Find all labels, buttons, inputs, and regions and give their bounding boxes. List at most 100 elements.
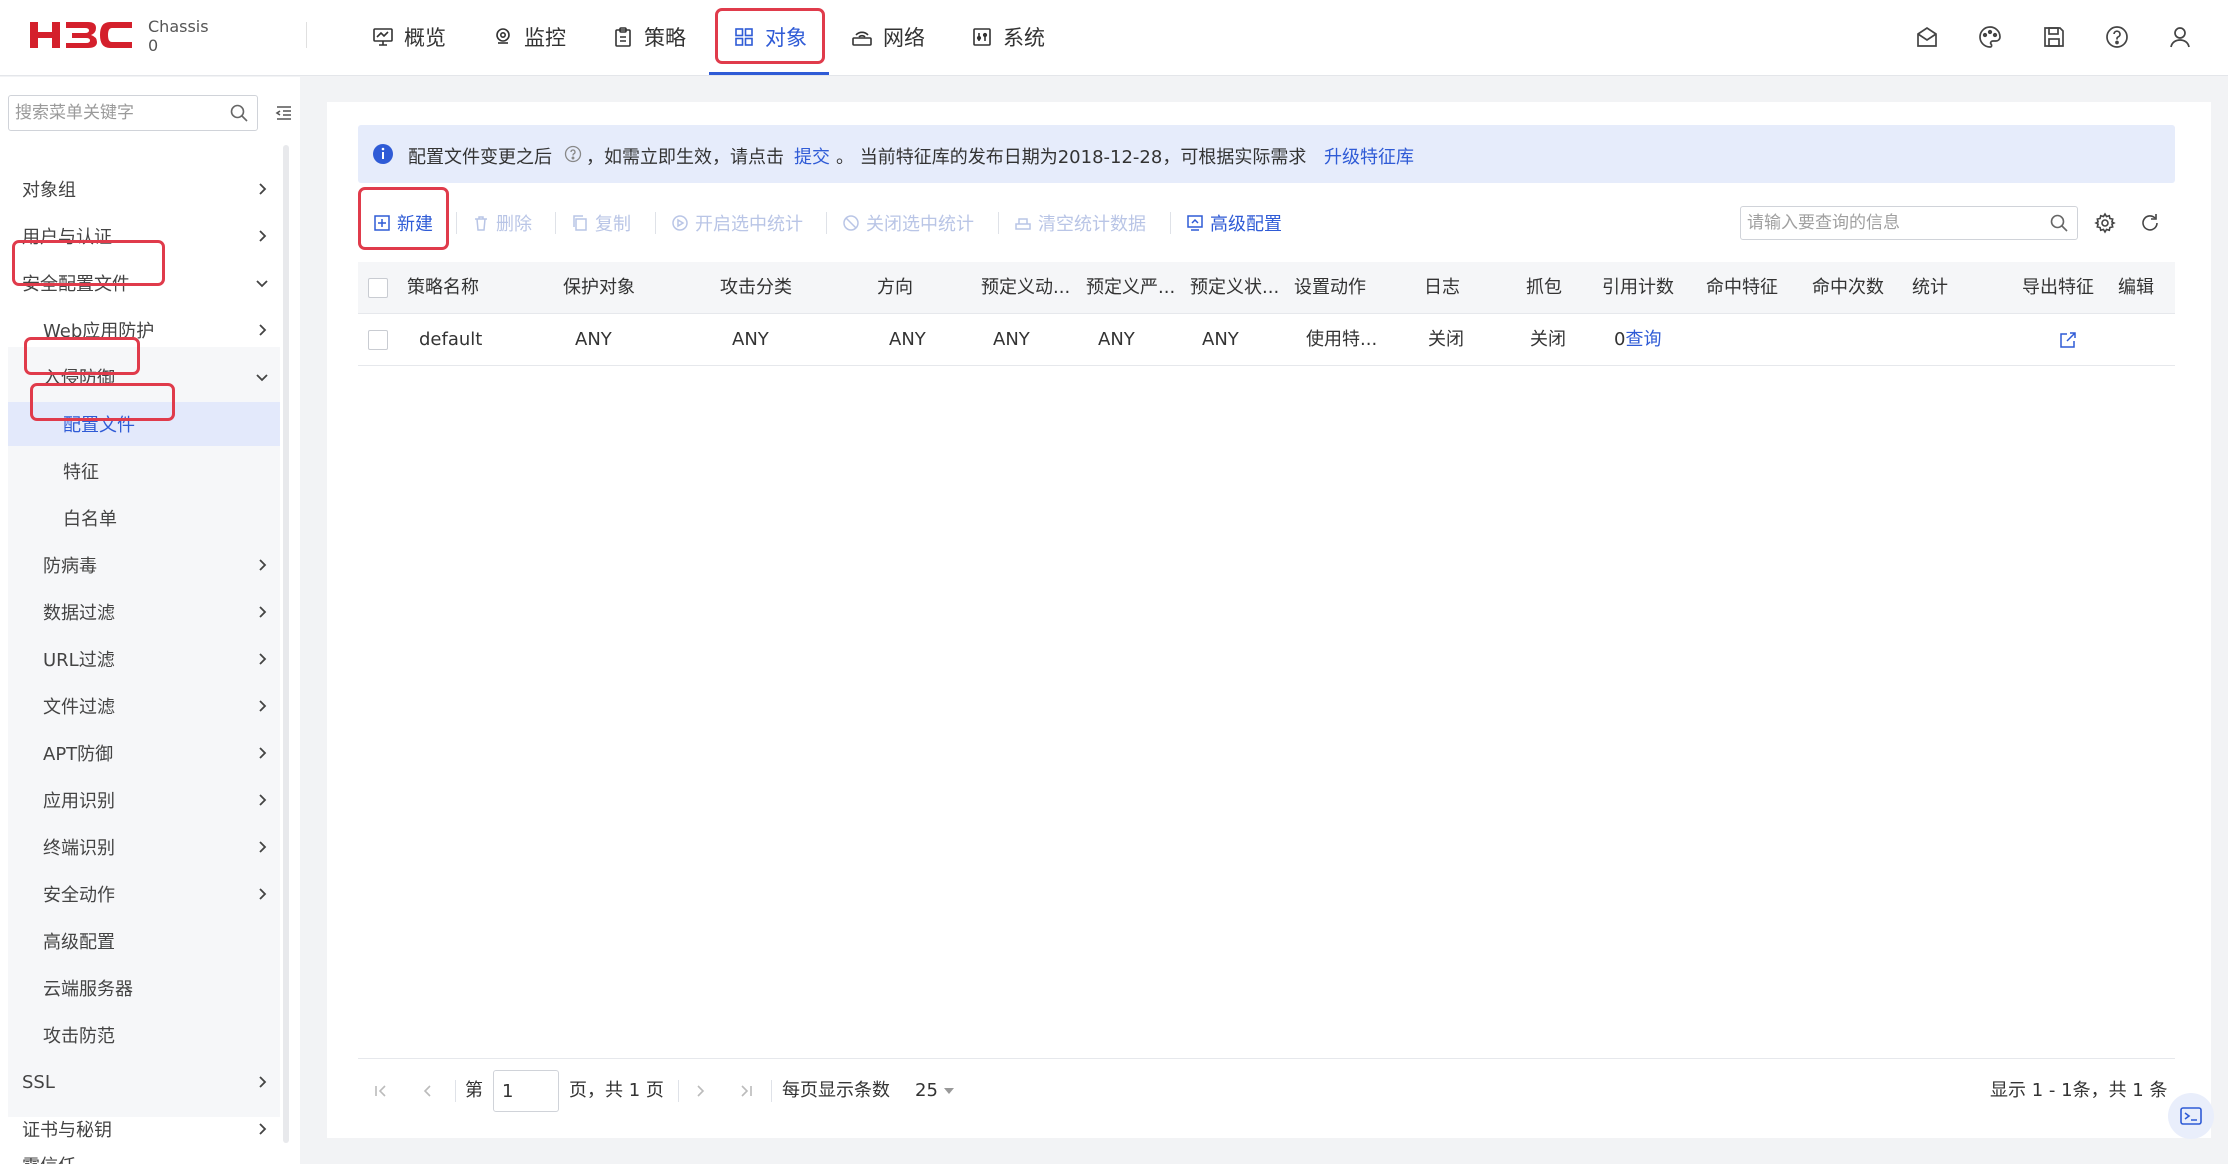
caret-down-icon[interactable] [943, 1087, 955, 1095]
export-icon[interactable] [2058, 330, 2078, 350]
column-header[interactable]: 预定义严... [1086, 262, 1175, 314]
sidebar-scrollbar[interactable] [283, 145, 289, 1143]
sidebar-item-terminal-identify[interactable]: 终端识别 [8, 825, 280, 869]
last-page-icon[interactable] [738, 1083, 754, 1099]
sidebar-item-user-auth[interactable]: 用户与认证 [8, 214, 280, 258]
mail-icon[interactable] [1914, 24, 1940, 50]
nav-monitor[interactable]: 监控 [492, 0, 566, 74]
column-header[interactable]: 抓包 [1526, 262, 1562, 314]
gear-icon[interactable] [2094, 212, 2116, 234]
column-header[interactable]: 预定义状... [1190, 262, 1279, 314]
notice-bar: 配置文件变更之后 ，如需立即生效，请点击 提交 。 当前特征库的发布日期为201… [358, 125, 2175, 183]
column-header[interactable]: 日志 [1424, 262, 1460, 314]
column-header[interactable]: 策略名称 [407, 262, 479, 314]
column-header[interactable]: 引用计数 [1602, 262, 1674, 314]
sidebar-item-antivirus[interactable]: 防病毒 [8, 543, 280, 587]
sidebar-item-security-action[interactable]: 安全动作 [8, 872, 280, 916]
per-page-select[interactable]: 25 [915, 1076, 938, 1106]
nav-policy[interactable]: 策略 [612, 0, 686, 74]
pagination-summary: 显示 1 - 1条，共 1 条 [1990, 1080, 2168, 1101]
upgrade-signature-link[interactable]: 升级特征库 [1324, 143, 1414, 169]
column-header[interactable]: 导出特征 [2022, 262, 2094, 314]
nav-policy-label: 策略 [644, 26, 686, 50]
column-header[interactable]: 保护对象 [563, 262, 635, 314]
sidebar-item-app-identify[interactable]: 应用识别 [8, 778, 280, 822]
table-row[interactable]: default ANY ANY ANY ANY ANY ANY 使用特... 关… [358, 314, 2175, 366]
sidebar-item-file-filter[interactable]: 文件过滤 [8, 684, 280, 728]
column-header[interactable]: 方向 [877, 262, 913, 314]
palette-icon[interactable] [1977, 24, 2003, 50]
sidebar-item-label: 证书与秘钥 [22, 1120, 112, 1141]
first-page-icon[interactable] [373, 1083, 389, 1099]
per-page-value: 25 [915, 1080, 938, 1101]
delete-button-label: 删除 [496, 214, 532, 235]
question-circle-icon[interactable] [564, 145, 582, 163]
sidebar-item-security-profile[interactable]: 安全配置文件 [8, 261, 280, 305]
sidebar-item-whitelist[interactable]: 白名单 [8, 496, 280, 540]
sidebar-item-signature[interactable]: 特征 [8, 449, 280, 493]
column-header[interactable]: 预定义动... [981, 262, 1070, 314]
menu-search-input[interactable] [9, 96, 209, 130]
search-icon[interactable] [229, 103, 249, 123]
chevron-right-icon [259, 1123, 267, 1135]
nav-object[interactable]: 对象 [733, 0, 807, 74]
sidebar-item-cloud-server[interactable]: 云端服务器 [8, 966, 280, 1010]
delete-button[interactable]: 删除 [472, 208, 532, 238]
pagination-divider [455, 1080, 456, 1102]
terminal-button[interactable] [2168, 1093, 2214, 1139]
chevron-right-icon [259, 606, 267, 618]
ref-count-value: 0 [1614, 329, 1626, 350]
user-icon[interactable] [2167, 24, 2193, 50]
collapse-menu-icon[interactable] [274, 103, 294, 123]
sidebar-item-zero-trust[interactable]: 零信任 [8, 1143, 280, 1164]
network-icon [852, 31, 872, 46]
nav-overview[interactable]: 概览 [372, 0, 446, 74]
search-icon[interactable] [2049, 213, 2069, 233]
sidebar-item-label: 高级配置 [43, 932, 115, 953]
new-button[interactable]: 新建 [373, 208, 433, 238]
nav-network[interactable]: 网络 [851, 0, 925, 74]
save-icon[interactable] [2041, 24, 2067, 50]
sidebar-item-ips[interactable]: 入侵防御 [8, 355, 280, 399]
nav-system-label: 系统 [1003, 26, 1045, 50]
page-suffix: 页，共 1 页 [569, 1080, 664, 1101]
menu-search [8, 95, 258, 131]
copy-button[interactable]: 复制 [571, 208, 631, 238]
sidebar-item-attack-defense[interactable]: 攻击防范 [8, 1013, 280, 1057]
select-all-checkbox[interactable] [368, 278, 388, 298]
enable-stats-button[interactable]: 开启选中统计 [671, 208, 803, 238]
nav-system[interactable]: 系统 [971, 0, 1045, 74]
sidebar-item-ssl[interactable]: SSL [8, 1060, 280, 1104]
column-header[interactable]: 统计 [1912, 262, 1948, 314]
cell-predefined-severity: ANY [1098, 329, 1135, 350]
column-header[interactable]: 攻击分类 [720, 262, 792, 314]
sidebar-item-apt[interactable]: APT防御 [8, 731, 280, 775]
chevron-right-icon [259, 183, 267, 195]
column-header[interactable]: 设置动作 [1294, 262, 1366, 314]
toolbar-divider [655, 212, 656, 234]
help-icon[interactable] [2104, 24, 2130, 50]
advanced-config-button[interactable]: 高级配置 [1186, 208, 1282, 238]
sidebar-item-waf[interactable]: Web应用防护 [8, 308, 280, 352]
column-header[interactable]: 命中次数 [1812, 262, 1884, 314]
notice-text-2: ，如需立即生效，请点击 [586, 147, 784, 168]
column-header[interactable]: 命中特征 [1706, 262, 1778, 314]
refresh-icon[interactable] [2139, 212, 2161, 234]
nav-network-label: 网络 [883, 26, 925, 50]
table-search-input[interactable] [1741, 207, 2031, 239]
prev-page-icon[interactable] [420, 1083, 436, 1099]
sidebar-item-profile[interactable]: 配置文件 [8, 402, 280, 446]
disable-stats-button[interactable]: 关闭选中统计 [842, 208, 974, 238]
sidebar-item-url-filter[interactable]: URL过滤 [8, 637, 280, 681]
clear-stats-button[interactable]: 清空统计数据 [1014, 208, 1146, 238]
sidebar-item-object-group[interactable]: 对象组 [8, 167, 280, 211]
next-page-icon[interactable] [692, 1083, 708, 1099]
pagination-divider [771, 1080, 772, 1102]
page-input[interactable] [493, 1070, 559, 1112]
sidebar-item-data-filter[interactable]: 数据过滤 [8, 590, 280, 634]
ref-query-link[interactable]: 查询 [1625, 329, 1661, 350]
row-checkbox[interactable] [368, 330, 388, 350]
submit-link[interactable]: 提交 [794, 143, 830, 169]
sidebar-item-advanced[interactable]: 高级配置 [8, 919, 280, 963]
column-header[interactable]: 编辑 [2118, 262, 2154, 314]
